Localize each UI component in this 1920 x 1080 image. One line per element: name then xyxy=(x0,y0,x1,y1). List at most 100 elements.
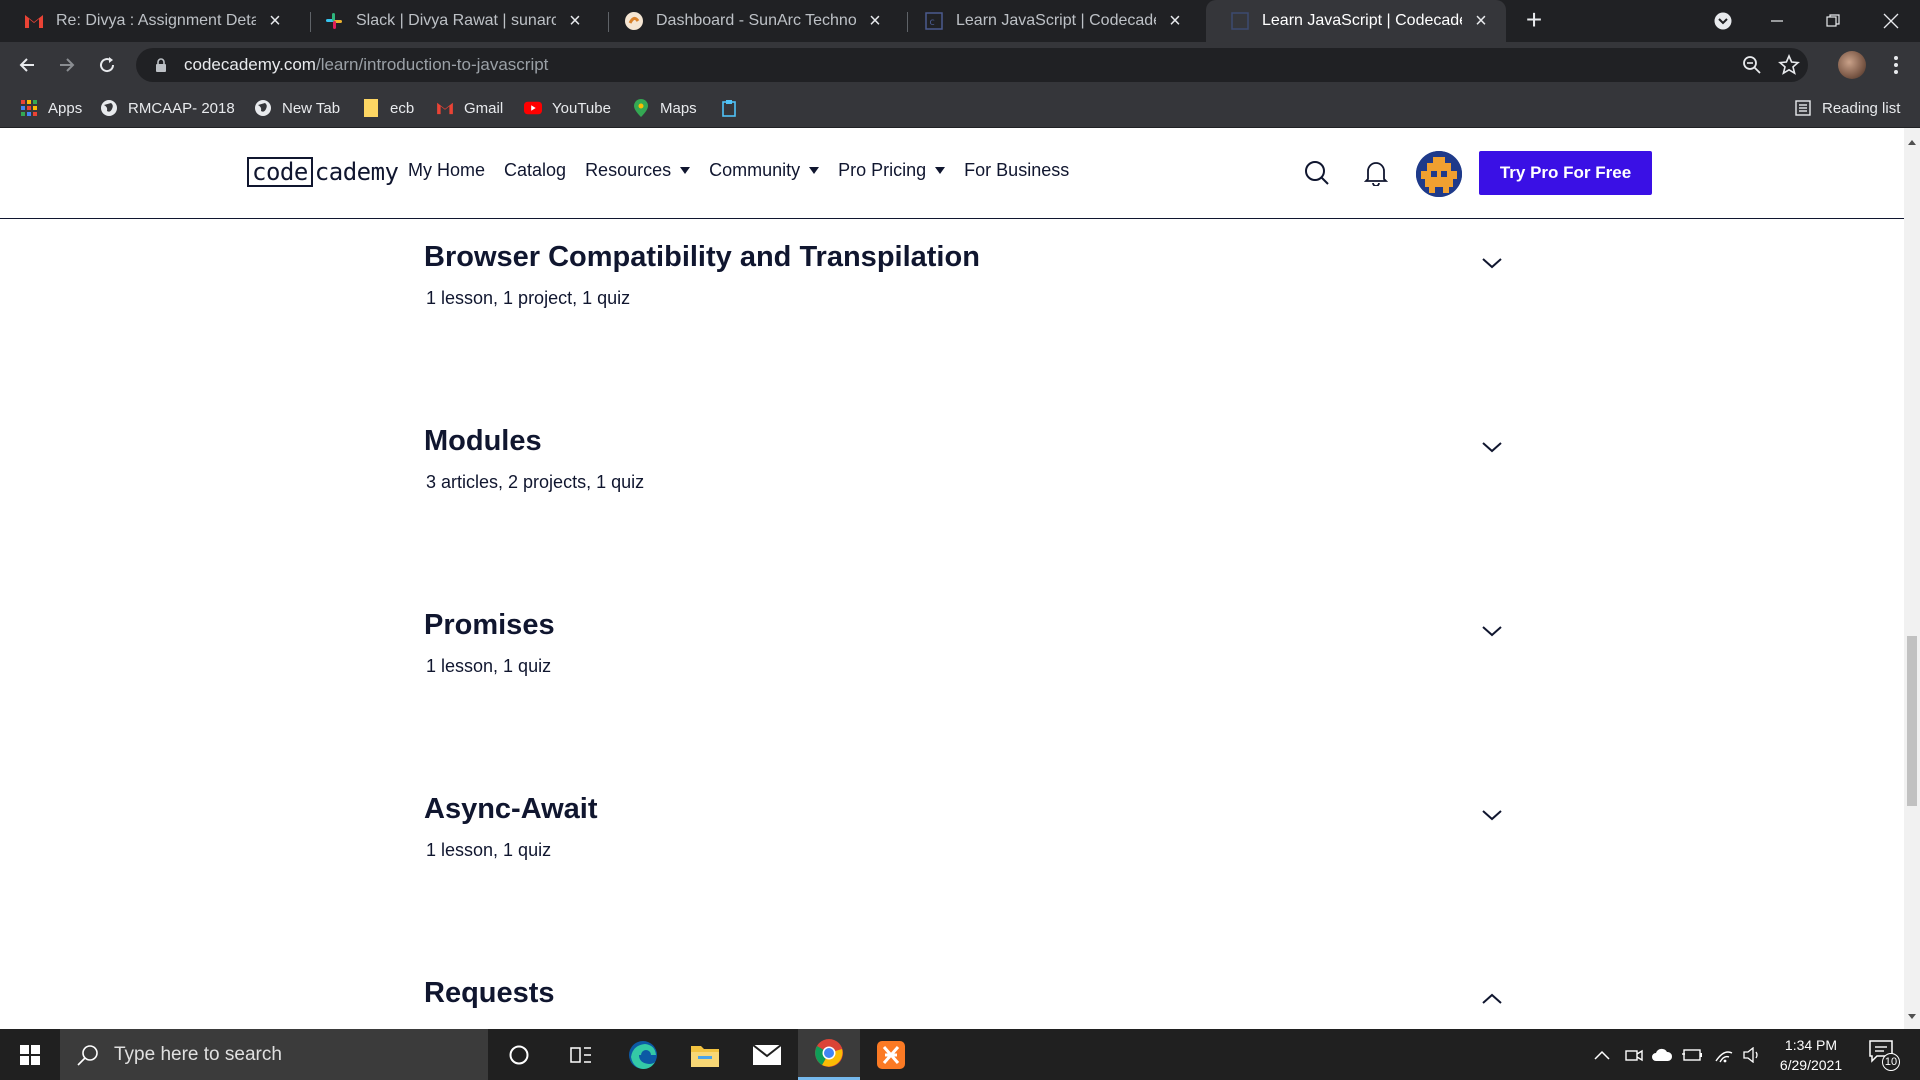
browser-toolbar: codecademy.com/learn/introduction-to-jav… xyxy=(0,42,1920,88)
onedrive-icon[interactable] xyxy=(1650,1029,1674,1080)
tab-search-button[interactable] xyxy=(1700,0,1746,42)
reading-list-button[interactable]: Reading list xyxy=(1794,88,1900,128)
minimize-button[interactable] xyxy=(1754,0,1800,42)
close-tab-icon[interactable]: × xyxy=(1470,10,1492,32)
scrollbar-thumb[interactable] xyxy=(1907,636,1917,806)
bell-icon[interactable] xyxy=(1363,160,1389,191)
scroll-up-icon[interactable] xyxy=(1908,140,1916,145)
bookmarks-bar: Apps RMCAAP- 2018 New Tab ecb Gmail YouT… xyxy=(0,88,1920,128)
nav-for-business[interactable]: For Business xyxy=(964,160,1069,181)
nav-catalog[interactable]: Catalog xyxy=(504,160,566,181)
start-button[interactable] xyxy=(0,1029,60,1080)
reload-button[interactable] xyxy=(91,49,123,81)
module-title: Async-Await xyxy=(424,793,598,825)
close-tab-icon[interactable]: × xyxy=(264,10,286,32)
volume-icon[interactable] xyxy=(1740,1029,1764,1080)
back-button[interactable] xyxy=(11,49,43,81)
gmail-icon xyxy=(24,11,44,31)
forward-button[interactable] xyxy=(51,49,83,81)
taskbar-clock[interactable]: 1:34 PM 6/29/2021 xyxy=(1763,1035,1859,1075)
chevron-up-icon[interactable] xyxy=(1480,987,1504,1011)
chevron-down-icon[interactable] xyxy=(1480,803,1504,827)
chevron-down-icon[interactable] xyxy=(1480,435,1504,459)
show-hidden-icons-button[interactable] xyxy=(1590,1029,1614,1080)
chrome-taskbar-button[interactable] xyxy=(798,1029,860,1080)
nav-my-home[interactable]: My Home xyxy=(408,160,485,181)
mail-button[interactable] xyxy=(736,1029,798,1080)
browser-tab-codecademy[interactable]: c Learn JavaScript | Codecademy × xyxy=(900,0,1200,42)
bookmark-youtube[interactable]: YouTube xyxy=(524,88,611,128)
module-title: Promises xyxy=(424,609,555,641)
nav-label: My Home xyxy=(408,160,486,180)
bookmark-apps[interactable]: Apps xyxy=(20,88,82,128)
module-meta: 1 lesson, 1 quiz xyxy=(426,656,552,676)
module-meta: 1 lesson, 1 project, 1 quiz xyxy=(426,288,631,308)
try-pro-button[interactable]: Try Pro For Free xyxy=(1479,151,1652,195)
reload-icon xyxy=(100,57,115,73)
logo-boxed-text: code xyxy=(247,157,313,187)
nav-label: Community xyxy=(709,160,801,180)
browser-menu-button[interactable] xyxy=(1882,51,1910,79)
wifi-icon[interactable] xyxy=(1712,1029,1736,1080)
restore-button[interactable] xyxy=(1810,0,1856,42)
battery-icon[interactable] xyxy=(1680,1029,1704,1080)
chevron-down-icon[interactable] xyxy=(1480,619,1504,643)
bookmark-clipboard[interactable] xyxy=(720,88,748,128)
reading-list-label: Reading list xyxy=(1822,99,1901,117)
module-promises[interactable]: Promises 1 lesson, 1 quiz xyxy=(424,609,1504,677)
globe-icon xyxy=(100,99,118,117)
search-icon[interactable] xyxy=(1304,160,1330,191)
bookmark-maps[interactable]: Maps xyxy=(632,88,697,128)
browser-tab-gmail[interactable]: Re: Divya : Assignment Details & × xyxy=(0,0,300,42)
tab-title: Learn JavaScript | Codecademy xyxy=(1262,12,1462,29)
bookmark-gmail[interactable]: Gmail xyxy=(436,88,503,128)
minimize-icon xyxy=(1771,20,1783,22)
module-modules[interactable]: Modules 3 articles, 2 projects, 1 quiz xyxy=(424,425,1504,493)
bookmark-new-tab[interactable]: New Tab xyxy=(254,88,340,128)
nav-resources[interactable]: Resources xyxy=(585,160,691,181)
bookmark-rmcaap[interactable]: RMCAAP- 2018 xyxy=(100,88,235,128)
page-scrollbar[interactable] xyxy=(1904,128,1920,1029)
close-tab-icon[interactable]: × xyxy=(1164,10,1186,32)
browser-tab-codecademy-active[interactable]: Learn JavaScript | Codecademy × xyxy=(1206,0,1506,42)
file-explorer-button[interactable] xyxy=(674,1029,736,1080)
nav-pro-pricing[interactable]: Pro Pricing xyxy=(838,160,946,181)
xampp-taskbar-button[interactable] xyxy=(860,1029,922,1080)
close-tab-icon[interactable]: × xyxy=(864,10,886,32)
caret-down-icon xyxy=(935,167,946,174)
arrow-right-icon xyxy=(60,58,75,72)
chevron-down-icon[interactable] xyxy=(1480,251,1504,275)
bookmark-star-icon[interactable] xyxy=(1778,53,1800,81)
taskbar-search-input[interactable]: Type here to search xyxy=(60,1029,488,1080)
module-browser-compatibility[interactable]: Browser Compatibility and Transpilation … xyxy=(424,241,1504,309)
youtube-icon xyxy=(524,99,542,117)
browser-tab-sunarc[interactable]: Dashboard - SunArc Technologies × xyxy=(600,0,900,42)
action-center-button[interactable]: 10 xyxy=(1868,1039,1900,1071)
apps-grid-icon xyxy=(20,99,38,117)
edge-taskbar-button[interactable] xyxy=(612,1029,674,1080)
module-title: Modules xyxy=(424,425,542,457)
site-header: code cademy My Home Catalog Resources Com… xyxy=(0,128,1904,219)
caret-down-icon xyxy=(680,167,691,174)
user-avatar[interactable] xyxy=(1416,151,1462,197)
module-async-await[interactable]: Async-Await 1 lesson, 1 quiz xyxy=(424,793,1504,861)
new-tab-button[interactable]: + xyxy=(1519,6,1549,36)
scroll-down-icon[interactable] xyxy=(1908,1014,1916,1019)
close-tab-icon[interactable]: × xyxy=(564,10,586,32)
tab-title: Learn JavaScript | Codecademy xyxy=(956,12,1156,29)
zoom-icon[interactable] xyxy=(1742,55,1762,80)
close-window-button[interactable] xyxy=(1868,0,1914,42)
address-bar[interactable]: codecademy.com/learn/introduction-to-jav… xyxy=(136,48,1808,82)
bookmark-label: ecb xyxy=(390,99,415,117)
cortana-button[interactable] xyxy=(488,1029,550,1080)
task-view-button[interactable] xyxy=(550,1029,612,1080)
maps-pin-icon xyxy=(632,99,650,117)
profile-avatar[interactable] xyxy=(1838,51,1866,79)
meet-now-icon[interactable] xyxy=(1622,1029,1646,1080)
browser-tab-slack[interactable]: Slack | Divya Rawat | sunarc × xyxy=(300,0,600,42)
nav-community[interactable]: Community xyxy=(709,160,820,181)
module-requests[interactable]: Requests xyxy=(424,977,1504,1010)
bookmark-ecb[interactable]: ecb xyxy=(362,88,414,128)
codecademy-logo[interactable]: code cademy xyxy=(247,156,399,188)
clock-time: 1:34 PM xyxy=(1784,1037,1838,1053)
